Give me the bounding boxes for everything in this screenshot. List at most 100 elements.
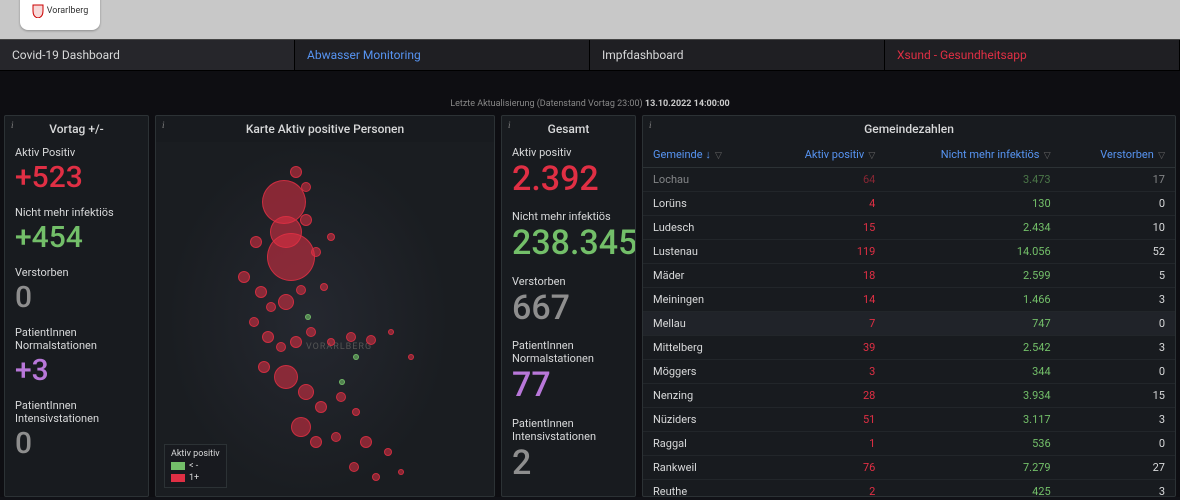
map-bubble[interactable] <box>278 294 294 310</box>
map-bubble[interactable] <box>298 384 314 400</box>
filter-icon[interactable]: ▽ <box>1156 151 1165 161</box>
tab-1[interactable]: Abwasser Monitoring <box>295 40 590 70</box>
table-cell: 119 <box>763 240 885 264</box>
map-bubble[interactable] <box>372 473 380 481</box>
table-row[interactable]: Lochau643.47317 <box>643 168 1175 192</box>
table-row[interactable]: Lustenau11914.05652 <box>643 240 1175 264</box>
map-bubble[interactable] <box>310 436 322 448</box>
map-bubble[interactable] <box>336 392 346 402</box>
table-cell: 52 <box>1061 240 1175 264</box>
info-icon[interactable]: i <box>508 120 511 130</box>
stat-label: Verstorben <box>15 266 138 279</box>
map-bubble[interactable] <box>258 361 270 373</box>
map-bubble[interactable] <box>296 285 306 295</box>
table-cell: 18 <box>763 264 885 288</box>
map-bubble[interactable] <box>311 247 321 257</box>
map-bubble[interactable] <box>327 338 335 346</box>
map-bubble[interactable] <box>267 233 315 281</box>
map-bubble[interactable] <box>339 379 345 385</box>
map-canvas[interactable]: VORARLBERG Aktiv positiv < -1+ <box>156 142 494 496</box>
map-bubble[interactable] <box>315 401 327 413</box>
table-row[interactable]: Ludesch152.43410 <box>643 216 1175 240</box>
map-bubble[interactable] <box>360 436 372 448</box>
stat-label: Nicht mehr infektiös <box>15 206 138 219</box>
table-row[interactable]: Nenzing283.93415 <box>643 384 1175 408</box>
table-cell: Mäder <box>643 264 763 288</box>
map-bubble[interactable] <box>262 331 274 343</box>
map-bubble[interactable] <box>274 365 298 389</box>
table-cell: 0 <box>1061 360 1175 384</box>
table-row[interactable]: Reuthe24253 <box>643 480 1175 497</box>
gemeinde-table: Gemeinde ↓ ▽Aktiv positiv ▽Nicht mehr in… <box>643 142 1175 496</box>
table-cell: Rankweil <box>643 456 763 480</box>
map-bubble[interactable] <box>331 432 341 442</box>
map-bubble[interactable] <box>238 271 250 283</box>
map-bubble[interactable] <box>352 408 360 416</box>
stat-value: 2 <box>512 445 625 482</box>
table-cell: 3.934 <box>885 384 1060 408</box>
map-region-label: VORARLBERG <box>306 342 372 352</box>
column-header[interactable]: Aktiv positiv ▽ <box>763 142 885 168</box>
filter-icon[interactable]: ▽ <box>1041 151 1050 161</box>
info-icon[interactable]: i <box>162 120 165 130</box>
column-header[interactable]: Nicht mehr infektiös ▽ <box>885 142 1060 168</box>
map-bubble[interactable] <box>349 462 359 472</box>
map-bubble[interactable] <box>408 354 414 360</box>
table-cell: 39 <box>763 336 885 360</box>
table-cell: 747 <box>885 312 1060 336</box>
table-cell: 51 <box>763 408 885 432</box>
filter-icon[interactable]: ▽ <box>713 151 722 161</box>
map-bubble[interactable] <box>291 417 311 437</box>
table-row[interactable]: Rankweil767.27927 <box>643 456 1175 480</box>
legend-title: Aktiv positiv <box>171 449 220 459</box>
table-row[interactable]: Mellau77470 <box>643 312 1175 336</box>
stat-block: PatientInnen Intensivstationen0 <box>5 395 148 468</box>
map-bubble[interactable] <box>388 329 394 335</box>
map-bubble[interactable] <box>306 327 316 337</box>
map-bubble[interactable] <box>305 314 311 320</box>
map-bubble[interactable] <box>398 469 404 475</box>
info-icon[interactable]: i <box>11 120 14 130</box>
table-row[interactable]: Möggers33440 <box>643 360 1175 384</box>
map-bubble[interactable] <box>255 286 267 298</box>
column-header[interactable]: Gemeinde ↓ ▽ <box>643 142 763 168</box>
map-bubble[interactable] <box>276 342 286 352</box>
map-bubble[interactable] <box>266 302 276 312</box>
map-bubble[interactable] <box>290 336 302 348</box>
stat-label: PatientInnen Normalstationen <box>512 339 625 365</box>
table-cell: 536 <box>885 432 1060 456</box>
info-icon[interactable]: i <box>649 120 652 130</box>
map-bubble[interactable] <box>327 233 335 241</box>
map-bubble[interactable] <box>290 166 302 178</box>
table-cell: 3.473 <box>885 168 1060 192</box>
table-row[interactable]: Lorüns41300 <box>643 192 1175 216</box>
table-row[interactable]: Nüziders513.1173 <box>643 408 1175 432</box>
map-bubble[interactable] <box>320 283 328 291</box>
tab-2[interactable]: Impfdashboard <box>590 40 885 70</box>
map-bubble[interactable] <box>384 448 392 456</box>
map-bubble[interactable] <box>249 317 259 327</box>
table-cell: 344 <box>885 360 1060 384</box>
stat-block: Nicht mehr infektiös+454 <box>5 202 148 262</box>
map-bubble[interactable] <box>346 332 356 342</box>
map-bubble[interactable] <box>250 236 262 248</box>
table-row[interactable]: Mittelberg392.5423 <box>643 336 1175 360</box>
table-cell: 10 <box>1061 216 1175 240</box>
stat-value: 0 <box>15 281 138 314</box>
tab-3[interactable]: Xsund - Gesundheitsapp <box>885 40 1180 70</box>
table-row[interactable]: Meiningen141.4663 <box>643 288 1175 312</box>
table-row[interactable]: Raggal15360 <box>643 432 1175 456</box>
table-cell: 425 <box>885 480 1060 497</box>
tab-0[interactable]: Covid-19 Dashboard <box>0 40 295 70</box>
table-cell: 3 <box>1061 408 1175 432</box>
table-cell: 0 <box>1061 432 1175 456</box>
map-bubble[interactable] <box>353 354 359 360</box>
table-row[interactable]: Mäder182.5995 <box>643 264 1175 288</box>
logo-badge: Vorarlberg <box>20 0 100 30</box>
map-bubble[interactable] <box>366 335 376 345</box>
filter-icon[interactable]: ▽ <box>866 151 875 161</box>
table-cell: 130 <box>885 192 1060 216</box>
column-header[interactable]: Verstorben ▽ <box>1061 142 1175 168</box>
panel-title: Gemeindezahlen <box>643 116 1175 142</box>
map-bubble[interactable] <box>300 214 312 226</box>
